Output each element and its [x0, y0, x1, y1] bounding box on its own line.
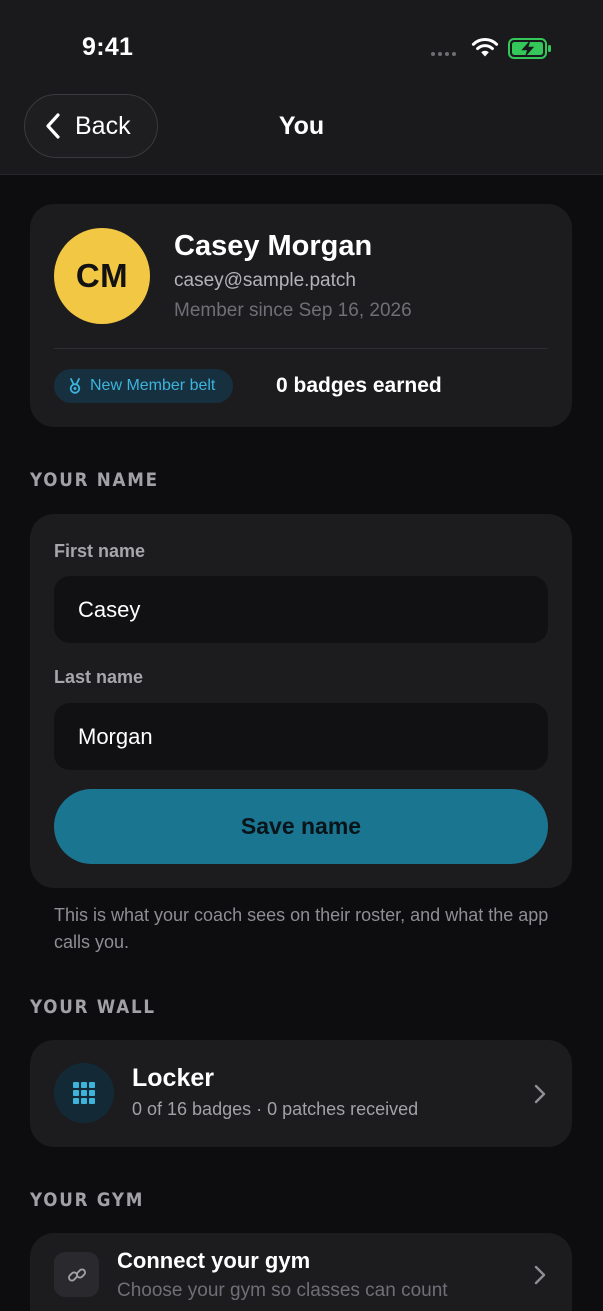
first-name-label: First name	[54, 541, 146, 561]
status-time: 9:41	[82, 33, 134, 61]
locker-title: Locker	[132, 1064, 214, 1092]
locker-icon-container	[54, 1063, 114, 1123]
locker-subtitle: 0 of 16 badges · 0 patches received	[132, 1099, 419, 1119]
page-title: You	[278, 112, 325, 140]
name-helper-text: This is what your coach sees on their ro…	[54, 905, 549, 952]
last-name-label: Last name	[54, 667, 144, 687]
navigation-bar: Back You	[0, 92, 603, 175]
grid-icon	[73, 1082, 95, 1104]
profile-card: CM Casey Morgan casey@sample.patch Membe…	[30, 204, 572, 427]
last-name-input[interactable]	[54, 703, 548, 770]
link-icon	[67, 1268, 86, 1281]
belt-label: New Member belt	[90, 377, 216, 394]
section-header-your-wall: YOUR WALL	[30, 996, 156, 1018]
battery-charging-icon	[508, 38, 551, 59]
profile-email: casey@sample.patch	[174, 270, 356, 291]
connect-gym-subtitle: Choose your gym so classes can count	[117, 1280, 448, 1301]
cellular-signal-icon	[431, 52, 456, 56]
connect-gym-title: Connect your gym	[117, 1248, 311, 1273]
connect-gym-row[interactable]: Connect your gym Choose your gym so clas…	[30, 1233, 572, 1311]
first-name-input[interactable]	[54, 576, 548, 643]
section-header-your-gym: YOUR GYM	[30, 1189, 145, 1211]
wifi-icon	[471, 38, 499, 57]
profile-name: Casey Morgan	[174, 230, 373, 262]
member-since: Member since Sep 16, 2026	[174, 300, 412, 321]
belt-badge: New Member belt	[54, 369, 234, 403]
save-name-button[interactable]: Save name	[54, 789, 548, 864]
divider	[54, 348, 548, 349]
chevron-right-icon	[534, 1084, 546, 1104]
avatar: CM	[54, 228, 150, 324]
chevron-right-icon	[534, 1265, 546, 1285]
link-icon-container	[54, 1252, 99, 1297]
locker-row[interactable]: Locker 0 of 16 badges · 0 patches receiv…	[30, 1040, 572, 1147]
badges-earned-count: 0 badges earned	[276, 374, 442, 397]
section-header-your-name: YOUR NAME	[30, 469, 159, 491]
medal-icon	[69, 378, 81, 394]
name-card: First name Last name Save name	[30, 514, 572, 888]
status-bar: 9:41	[0, 0, 603, 92]
